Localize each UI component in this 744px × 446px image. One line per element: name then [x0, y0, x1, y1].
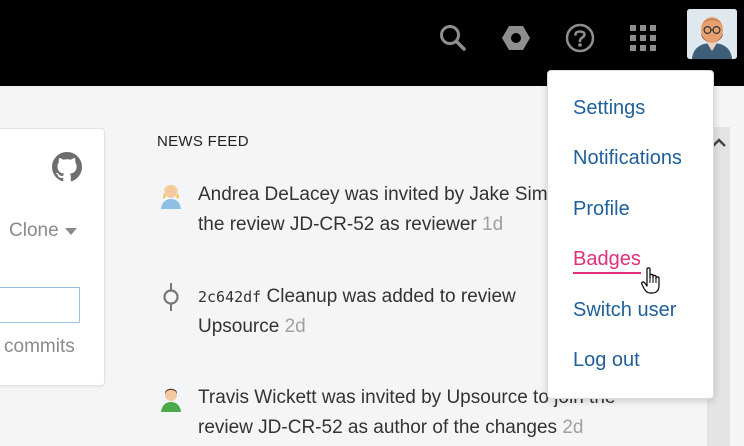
- feed-timestamp: 2d: [284, 316, 306, 337]
- clone-url-input[interactable]: [0, 287, 80, 323]
- menu-item-notifications[interactable]: Notifications: [573, 147, 682, 170]
- menu-item-badges[interactable]: Badges: [573, 246, 641, 274]
- project-card: Clone commits: [0, 128, 105, 386]
- feed-text-line2: review JD-CR-52 as author of the changes: [198, 417, 558, 438]
- feed-text-line2: Upsource: [198, 316, 280, 337]
- hand-cursor-icon: [641, 267, 661, 300]
- github-icon[interactable]: [52, 152, 82, 187]
- commits-label[interactable]: commits: [4, 336, 75, 358]
- menu-item-log-out[interactable]: Log out: [573, 349, 640, 372]
- feed-timestamp: 1d: [482, 214, 504, 235]
- user-avatar-icon[interactable]: [157, 384, 185, 412]
- menu-item-settings[interactable]: Settings: [573, 97, 645, 120]
- search-icon[interactable]: [435, 20, 471, 56]
- feed-text-line2: the review JD-CR-52 as reviewer: [198, 214, 477, 235]
- menu-item-profile[interactable]: Profile: [573, 198, 630, 221]
- clone-dropdown[interactable]: Clone: [9, 220, 77, 242]
- news-feed-title: NEWS FEED: [157, 133, 249, 150]
- user-avatar[interactable]: [687, 9, 737, 59]
- commit-icon: [157, 283, 185, 311]
- feed-timestamp: 2d: [562, 417, 584, 438]
- settings-hex-icon[interactable]: [498, 20, 534, 56]
- menu-item-switch-user[interactable]: Switch user: [573, 299, 676, 322]
- user-avatar-icon[interactable]: [157, 181, 185, 209]
- commit-hash[interactable]: 2c642df: [198, 288, 261, 306]
- apps-grid-icon[interactable]: [625, 20, 661, 56]
- user-menu: Settings Notifications Profile Badges Sw…: [547, 70, 714, 399]
- help-icon[interactable]: [562, 20, 598, 56]
- clone-label: Clone: [9, 220, 59, 241]
- feed-text-line1: Cleanup was added to review: [266, 286, 516, 307]
- chevron-down-icon: [64, 220, 77, 242]
